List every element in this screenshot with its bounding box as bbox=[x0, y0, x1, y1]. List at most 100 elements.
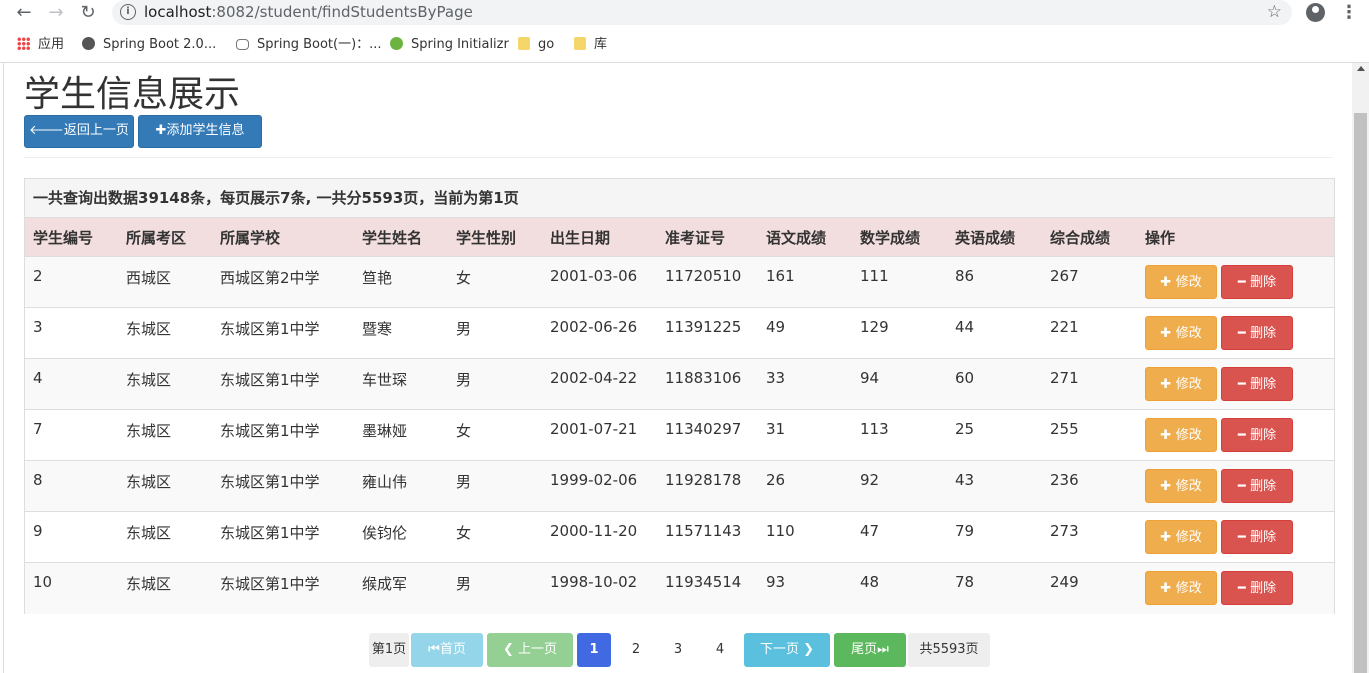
table-cell: 249 bbox=[1042, 562, 1137, 614]
plus-icon: ✚ bbox=[1160, 428, 1176, 443]
delete-label: 删除 bbox=[1250, 326, 1277, 341]
add-student-button[interactable]: ✚添加学生信息 bbox=[138, 115, 262, 148]
scroll-up-arrow-icon[interactable] bbox=[1357, 66, 1365, 71]
delete-label: 删除 bbox=[1250, 377, 1277, 392]
skip-forward-icon: ⏭ bbox=[877, 642, 889, 657]
page-4-button[interactable]: 4 bbox=[703, 633, 737, 667]
bookmark-spring-initializr[interactable]: Spring Initializr bbox=[390, 36, 509, 54]
scroll-thumb[interactable] bbox=[1354, 113, 1367, 673]
back-button-label: 返回上一页 bbox=[63, 123, 129, 138]
delete-button[interactable]: ━ 删除 bbox=[1221, 469, 1293, 503]
table-cell: 1999-02-06 bbox=[542, 460, 657, 512]
query-summary: 一共查询出数据39148条，每页展示7条, 一共分5593页，当前为第1页 bbox=[25, 179, 1334, 218]
table-cell: 2001-03-06 bbox=[542, 256, 657, 308]
table-cell: 2000-11-20 bbox=[542, 511, 657, 563]
delete-button[interactable]: ━ 删除 bbox=[1221, 571, 1293, 605]
delete-button[interactable]: ━ 删除 bbox=[1221, 367, 1293, 401]
table-cell: 11571143 bbox=[657, 511, 758, 563]
delete-label: 删除 bbox=[1250, 479, 1277, 494]
next-page-button[interactable]: 下一页 ❯ bbox=[744, 633, 830, 667]
actions-cell: ✚ 修改 ━ 删除 bbox=[1137, 358, 1334, 410]
folder-icon bbox=[518, 37, 530, 50]
table-cell: 2002-04-22 bbox=[542, 358, 657, 410]
actions-cell: ✚ 修改 ━ 删除 bbox=[1137, 562, 1334, 614]
bookmark-label: Spring Boot(一)：... bbox=[257, 37, 382, 52]
minus-icon: ━ bbox=[1237, 377, 1251, 392]
table-cell: 车世琛 bbox=[354, 358, 448, 410]
folder-icon bbox=[574, 37, 586, 50]
table-row: 10 东城区 东城区第1中学 缑成军男 1998-10-02 11934514 93 48 78… bbox=[25, 562, 1334, 614]
edit-button[interactable]: ✚ 修改 bbox=[1145, 520, 1217, 554]
edit-label: 修改 bbox=[1175, 326, 1202, 341]
table-cell: 48 bbox=[852, 562, 947, 614]
prev-page-button[interactable]: ❮ 上一页 bbox=[487, 633, 573, 667]
table-cell: 11391225 bbox=[657, 307, 758, 359]
bookmark-spring-boot-1[interactable]: Spring Boot(一)：... bbox=[236, 36, 382, 54]
page-2-button[interactable]: 2 bbox=[619, 633, 653, 667]
back-arrow-icon[interactable]: ← bbox=[14, 3, 34, 23]
reload-icon[interactable]: ↻ bbox=[78, 3, 98, 23]
plus-icon: ✚ bbox=[1160, 530, 1176, 545]
table-cell: 墨琳娅 bbox=[354, 409, 448, 461]
table-cell: 暨寒 bbox=[354, 307, 448, 359]
first-page-button[interactable]: ⏮首页 bbox=[411, 633, 483, 667]
delete-button[interactable]: ━ 删除 bbox=[1221, 316, 1293, 350]
edit-button[interactable]: ✚ 修改 bbox=[1145, 469, 1217, 503]
address-bar[interactable]: i localhost:8082/student/findStudentsByP… bbox=[112, 0, 1292, 25]
table-cell: 33 bbox=[758, 358, 852, 410]
table-cell: 东城区第1中学 bbox=[212, 358, 354, 410]
table-cell: 49 bbox=[758, 307, 852, 359]
edit-button[interactable]: ✚ 修改 bbox=[1145, 367, 1217, 401]
back-button[interactable]: 🡐返回上一页 bbox=[24, 115, 134, 148]
bookmark-spring-boot-2[interactable]: Spring Boot 2.0... bbox=[82, 36, 216, 54]
page-title: 学生信息展示 bbox=[24, 74, 241, 115]
table-cell: 2 bbox=[25, 256, 118, 308]
edit-label: 修改 bbox=[1175, 530, 1202, 545]
first-page-label: 首页 bbox=[439, 642, 466, 657]
col-header: 英语成绩 bbox=[947, 218, 1042, 257]
bookmark-apps[interactable]: 应用 bbox=[17, 36, 64, 54]
bookmarks-bar: 应用 Spring Boot 2.0... Spring Boot(一)：...… bbox=[0, 32, 1369, 58]
table-header-row: 学生编号 所属考区 所属学校 学生姓名 学生性别 出生日期 准考证号 语文成绩 … bbox=[25, 218, 1334, 257]
last-page-button[interactable]: 尾页⏭ bbox=[834, 633, 906, 667]
edit-button[interactable]: ✚ 修改 bbox=[1145, 571, 1217, 605]
account-avatar-icon[interactable] bbox=[1306, 3, 1325, 22]
table-cell: 东城区第1中学 bbox=[212, 307, 354, 359]
page-scrollbar[interactable] bbox=[1352, 63, 1369, 673]
delete-button[interactable]: ━ 删除 bbox=[1221, 418, 1293, 452]
table-cell: 11928178 bbox=[657, 460, 758, 512]
bookmark-star-icon[interactable]: ☆ bbox=[1267, 2, 1282, 22]
bookmark-go[interactable]: go bbox=[518, 36, 554, 54]
url-text[interactable]: localhost:8082/student/findStudentsByPag… bbox=[144, 3, 473, 21]
delete-button[interactable]: ━ 删除 bbox=[1221, 520, 1293, 554]
table-cell: 女 bbox=[448, 409, 542, 461]
page-3-button[interactable]: 3 bbox=[661, 633, 695, 667]
plus-icon: ✚ bbox=[1160, 275, 1176, 290]
table-cell: 男 bbox=[448, 307, 542, 359]
delete-button[interactable]: ━ 删除 bbox=[1221, 265, 1293, 299]
edit-button[interactable]: ✚ 修改 bbox=[1145, 418, 1217, 452]
table-row: 2 西城区 西城区第2中学 笪艳女 2001-03-06 11720510 161 111 86… bbox=[25, 256, 1334, 308]
table-cell: 东城区 bbox=[118, 307, 212, 359]
cloud-icon bbox=[236, 39, 249, 50]
page-1-button[interactable]: 1 bbox=[577, 633, 611, 667]
table-cell: 255 bbox=[1042, 409, 1137, 461]
table-cell: 113 bbox=[852, 409, 947, 461]
table-cell: 东城区第1中学 bbox=[212, 511, 354, 563]
table-cell: 47 bbox=[852, 511, 947, 563]
table-cell: 男 bbox=[448, 358, 542, 410]
edit-button[interactable]: ✚ 修改 bbox=[1145, 265, 1217, 299]
info-icon[interactable]: i bbox=[120, 4, 136, 20]
edit-label: 修改 bbox=[1175, 377, 1202, 392]
table-cell: 11883106 bbox=[657, 358, 758, 410]
table-cell: 110 bbox=[758, 511, 852, 563]
browser-menu-icon[interactable]: ⋮ bbox=[1340, 2, 1358, 23]
table-cell: 东城区 bbox=[118, 409, 212, 461]
forward-arrow-icon[interactable]: → bbox=[46, 3, 66, 23]
col-header: 所属学校 bbox=[212, 218, 354, 257]
table-cell: 43 bbox=[947, 460, 1042, 512]
table-cell: 60 bbox=[947, 358, 1042, 410]
bookmark-ku[interactable]: 库 bbox=[574, 36, 607, 54]
plus-icon: ✚ bbox=[155, 123, 167, 138]
edit-button[interactable]: ✚ 修改 bbox=[1145, 316, 1217, 350]
